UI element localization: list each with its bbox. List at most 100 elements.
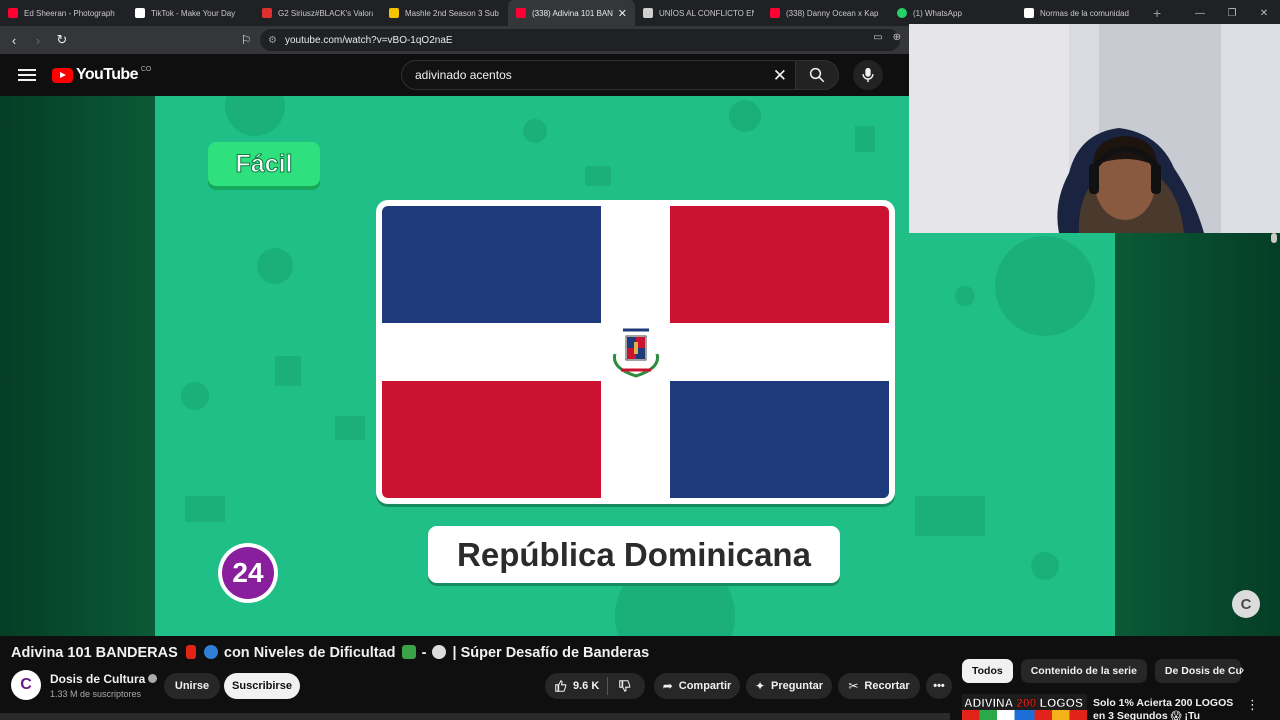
g2-icon	[262, 8, 272, 18]
scissors-icon: ✂	[848, 679, 859, 693]
thumbnail-logo-strip	[962, 710, 1087, 720]
dislike-button[interactable]	[608, 673, 645, 699]
webcam-person-image	[909, 24, 1280, 233]
browser-tab[interactable]: UNÍOS AL CONFLICTO EN	[635, 0, 762, 26]
clear-search-icon[interactable]: ✕	[773, 66, 787, 86]
flag-emoji-icon	[185, 645, 196, 659]
channel-watermark[interactable]: C	[1232, 590, 1260, 618]
youtube-logo[interactable]: YouTube CO	[52, 66, 151, 84]
scrollbar-thumb[interactable]	[1271, 233, 1277, 243]
browser-tab[interactable]: TikTok - Make Your Day	[127, 0, 254, 26]
browser-tab[interactable]: (338) Danny Ocean x Kap	[762, 0, 889, 26]
ask-button[interactable]: ✦ Preguntar	[746, 673, 832, 699]
site-icon	[643, 8, 653, 18]
youtube-icon	[516, 8, 526, 18]
browser-tab[interactable]: G2 Siriusz#BLACK's Valora	[254, 0, 381, 26]
like-button[interactable]: 9.6 K	[545, 673, 607, 699]
zoom-icon[interactable]: ⊕	[893, 32, 901, 43]
more-actions-button[interactable]: •••	[926, 673, 952, 699]
browser-tab[interactable]: Ed Sheeran - Photograph	[0, 0, 127, 26]
recommendation-chips: Todos Contenido de la serie De Dosis de …	[962, 659, 1241, 683]
chip-series-content[interactable]: Contenido de la serie	[1020, 659, 1147, 683]
flag-quadrant-red	[382, 381, 601, 498]
skull-emoji-icon	[432, 645, 447, 659]
thumbs-up-icon	[555, 679, 567, 692]
thumbnail-text: ADIVINA 200 LOGOS	[964, 696, 1083, 710]
chip-from-channel[interactable]: De Dosis de Cult	[1154, 659, 1241, 683]
difficulty-badge: Fácil	[208, 142, 320, 186]
share-icon: ➦	[662, 679, 673, 693]
microphone-icon	[862, 67, 874, 83]
video-title: Adivina 101 BANDERAS con Niveles de Difi…	[11, 645, 650, 661]
search-query: adivinado acentos	[415, 68, 512, 82]
forward-icon[interactable]: ›	[28, 30, 48, 50]
reload-icon[interactable]: ↻	[52, 30, 72, 50]
clip-button[interactable]: ✂ Recortar	[838, 673, 920, 699]
browser-tab[interactable]: Normas de la comunidad	[1016, 0, 1143, 26]
url-text: youtube.com/watch?v=vBO-1qO2naE	[284, 34, 453, 46]
question-number: 24	[222, 547, 274, 599]
voice-search-button[interactable]	[853, 60, 883, 90]
tiktok-icon	[135, 8, 145, 18]
flag-quadrant-blue	[382, 206, 601, 323]
maximize-icon[interactable]: ❐	[1216, 8, 1248, 19]
channel-name[interactable]: Dosis de Cultura	[50, 672, 158, 686]
close-tab-icon[interactable]: ✕	[618, 7, 627, 20]
youtube-header: YouTube CO adivinado acentos ✕	[0, 54, 909, 96]
search-input[interactable]: adivinado acentos ✕	[401, 60, 795, 90]
more-horizontal-icon: •••	[933, 680, 945, 692]
address-bar-row: ‹ › ↻ ⚐ ⚙ youtube.com/watch?v=vBO-1qO2na…	[0, 26, 909, 54]
close-window-icon[interactable]: ✕	[1248, 8, 1280, 19]
chevron-right-icon[interactable]: ›	[1232, 661, 1252, 681]
search-button[interactable]	[795, 60, 839, 90]
bookmark-icon[interactable]: ⚐	[238, 33, 254, 47]
more-vertical-icon[interactable]: ⋮	[1246, 697, 1259, 713]
tiktok-icon	[1024, 8, 1034, 18]
dominican-republic-flag	[382, 206, 889, 498]
chip-all[interactable]: Todos	[962, 659, 1013, 683]
recommended-thumbnail[interactable]: ADIVINA 200 LOGOS	[962, 694, 1087, 720]
checkmark-emoji-icon	[401, 645, 416, 659]
whatsapp-icon	[897, 8, 907, 18]
join-button[interactable]: Unirse	[164, 673, 220, 699]
subscriber-count: 1.33 M de suscriptores	[50, 688, 142, 699]
country-code: CO	[140, 65, 152, 73]
question-number-badge: 24	[218, 543, 278, 603]
like-dislike-group: 9.6 K	[545, 673, 645, 699]
channel-meta: Dosis de Cultura 1.33 M de suscriptores	[50, 672, 158, 699]
address-bar-actions: ▭ ⊕	[873, 32, 901, 43]
browser-tab-active[interactable]: (338) Adivina 101 BAN ✕	[508, 0, 635, 26]
back-icon[interactable]: ‹	[4, 30, 24, 50]
recommended-video-title[interactable]: Solo 1% Acierta 200 LOGOS en 3 Segundos …	[1093, 697, 1243, 720]
cast-icon[interactable]: ▭	[873, 32, 882, 43]
flag-card	[376, 200, 895, 504]
page-bottom-bar	[0, 713, 950, 720]
thumbs-down-icon	[619, 680, 631, 693]
globe-emoji-icon	[203, 645, 218, 659]
youtube-wordmark: YouTube	[76, 66, 138, 83]
browser-tab[interactable]: (1) WhatsApp	[889, 0, 1016, 26]
country-name-label: República Dominicana	[428, 526, 840, 583]
sparkle-icon: ✦	[754, 679, 766, 693]
browser-tab[interactable]: Mashle 2nd Season 3 Sub	[381, 0, 508, 26]
subscribe-button[interactable]: Suscribirse	[224, 673, 300, 699]
flag-quadrant-red	[670, 206, 889, 323]
window-controls: — ❐ ✕	[1184, 0, 1280, 26]
channel-avatar[interactable]: C	[11, 670, 41, 700]
webcam-overlay	[909, 24, 1280, 233]
share-button[interactable]: ➦ Compartir	[654, 673, 740, 699]
browser-tab-strip: Ed Sheeran - Photograph TikTok - Make Yo…	[0, 0, 1280, 26]
search-icon	[809, 67, 825, 83]
video-blur-right	[1115, 232, 1280, 636]
coat-of-arms-icon	[612, 328, 660, 378]
youtube-play-icon	[52, 67, 73, 83]
url-bar[interactable]: ⚙ youtube.com/watch?v=vBO-1qO2naE	[260, 29, 900, 51]
youtube-icon	[770, 8, 780, 18]
site-info-icon[interactable]: ⚙	[268, 35, 277, 46]
minimize-icon[interactable]: —	[1184, 8, 1216, 19]
verified-icon	[148, 673, 158, 683]
site-icon	[389, 8, 399, 18]
menu-icon[interactable]	[18, 69, 36, 81]
new-tab-icon[interactable]: +	[1143, 5, 1171, 21]
video-blur-left	[0, 96, 155, 636]
